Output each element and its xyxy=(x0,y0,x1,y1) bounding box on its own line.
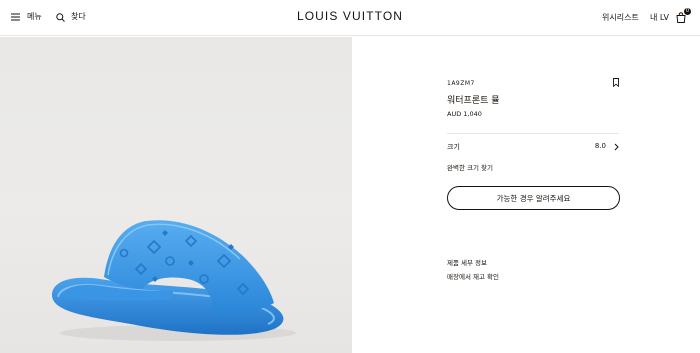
product-sku: 1A9ZM7 xyxy=(447,80,475,87)
bookmark-icon[interactable] xyxy=(613,78,619,87)
shopping-bag-button[interactable]: 0 xyxy=(676,8,691,24)
product-title: 워터프론트 뮬 xyxy=(447,96,500,106)
bag-count-badge: 0 xyxy=(684,8,691,15)
store-stock-link[interactable]: 매장에서 재고 확인 xyxy=(447,271,499,281)
size-guide-link[interactable]: 완벽한 크기 찾기 xyxy=(447,162,493,172)
size-label: 크기 xyxy=(447,143,460,151)
product-info-panel: 1A9ZM7 워터프론트 뮬 AUD 1,040 크기 8.0 완벽한 크기 찾… xyxy=(352,37,700,353)
site-header: 메뉴 찾다 LOUIS VUITTON 위시리스트 내 LV 0 xyxy=(0,0,700,36)
chevron-right-icon xyxy=(614,143,619,151)
size-value: 8.0 xyxy=(594,142,606,150)
size-selector[interactable]: 크기 8.0 xyxy=(447,141,619,153)
wishlist-link[interactable]: 위시리스트 xyxy=(602,12,639,24)
notify-me-button[interactable]: 가능한 경우 알려주세요 xyxy=(447,186,620,210)
product-price: AUD 1,040 xyxy=(447,110,482,118)
divider xyxy=(447,133,619,134)
brand-logo[interactable]: LOUIS VUITTON xyxy=(0,9,700,23)
product-gallery[interactable] xyxy=(0,37,352,353)
product-image-slide-icon xyxy=(52,220,296,341)
my-lv-link[interactable]: 내 LV xyxy=(650,12,669,24)
brand-logo-text: LOUIS VUITTON xyxy=(296,9,404,23)
product-details-link[interactable]: 제품 세부 정보 xyxy=(447,257,487,267)
